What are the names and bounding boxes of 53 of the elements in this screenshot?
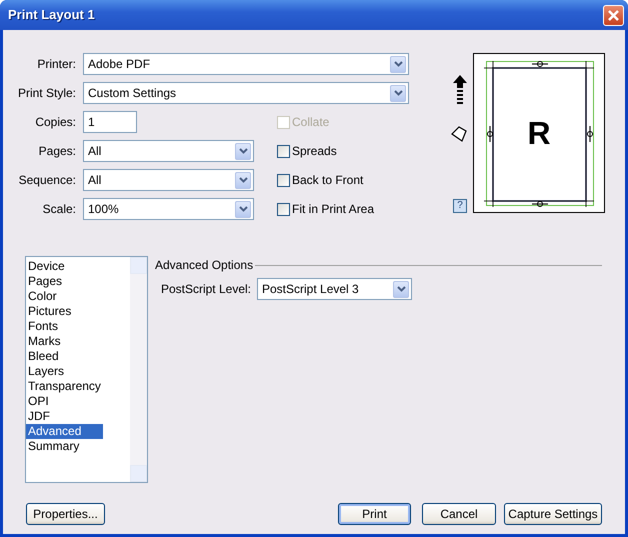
help-button[interactable]: ? — [453, 199, 467, 213]
window-title: Print Layout 1 — [8, 6, 95, 24]
list-item[interactable]: Device — [26, 259, 103, 274]
list-item[interactable]: OPI — [26, 394, 103, 409]
dropdown-field[interactable]: All — [83, 140, 254, 162]
category-list[interactable]: Device Pages Color Pictures Fonts Marks Bleed Layers Transparency OPI JDF Advanced Summary — [25, 256, 148, 483]
dropdown-field[interactable]: All — [83, 169, 254, 191]
close-icon — [607, 8, 620, 22]
list-item[interactable]: Layers — [26, 364, 103, 379]
field-label: Copies: — [34, 114, 77, 131]
list-item[interactable]: JDF — [26, 409, 103, 424]
field-label: Pages: — [38, 143, 77, 160]
list-item[interactable]: Fonts — [26, 319, 103, 334]
select-value: PostScript Level 3 — [262, 281, 359, 298]
field-label: Print Style: — [16, 85, 77, 102]
checkbox-label: Spreads — [292, 143, 337, 160]
field-label: Sequence: — [18, 172, 77, 189]
checkbox[interactable] — [277, 202, 290, 216]
field-label: Printer: — [36, 56, 77, 73]
dialog-button[interactable]: Cancel — [422, 503, 496, 525]
list-item[interactable]: Color — [26, 289, 103, 304]
dropdown-field[interactable]: Custom Settings — [83, 82, 409, 104]
arrow-up-icon[interactable] — [453, 75, 467, 106]
select-value: 100% — [88, 201, 119, 218]
list-item[interactable]: Advanced — [26, 424, 103, 439]
group-title: Advanced Options — [155, 257, 254, 274]
input-field[interactable]: 1 — [83, 111, 137, 133]
list-item[interactable]: Pages — [26, 274, 103, 289]
checkbox-label: Back to Front — [292, 172, 364, 189]
field-label: Scale: — [42, 201, 77, 218]
dialog-button[interactable]: Capture Settings — [504, 503, 602, 525]
checkbox[interactable] — [277, 144, 290, 158]
select-value: All — [88, 143, 102, 160]
list-item[interactable]: Marks — [26, 334, 103, 349]
checkbox-label: Fit in Print Area — [292, 201, 374, 218]
list-item[interactable]: Summary — [26, 439, 103, 454]
select-value: Custom Settings — [88, 85, 176, 102]
list-item[interactable]: Transparency — [26, 379, 103, 394]
close-button[interactable] — [603, 4, 624, 26]
postscript-level-select[interactable]: PostScript Level 3 — [257, 278, 412, 300]
checkbox-label: Collate — [292, 114, 330, 131]
select-value: Adobe PDF — [88, 56, 150, 73]
tag-icon[interactable] — [451, 125, 469, 143]
preview-letter: R — [527, 117, 551, 149]
checkbox[interactable] — [277, 174, 290, 186]
dialog-button[interactable]: Print — [338, 503, 411, 525]
field-label: PostScript Level: — [160, 281, 252, 298]
dropdown-field[interactable]: 100% — [83, 198, 254, 220]
dropdown-field[interactable]: Adobe PDF — [83, 53, 409, 75]
list-item[interactable]: Bleed — [26, 349, 103, 364]
dialog-button[interactable]: Properties... — [26, 503, 105, 525]
list-item[interactable]: Pictures — [26, 304, 103, 319]
select-value: All — [88, 172, 102, 189]
